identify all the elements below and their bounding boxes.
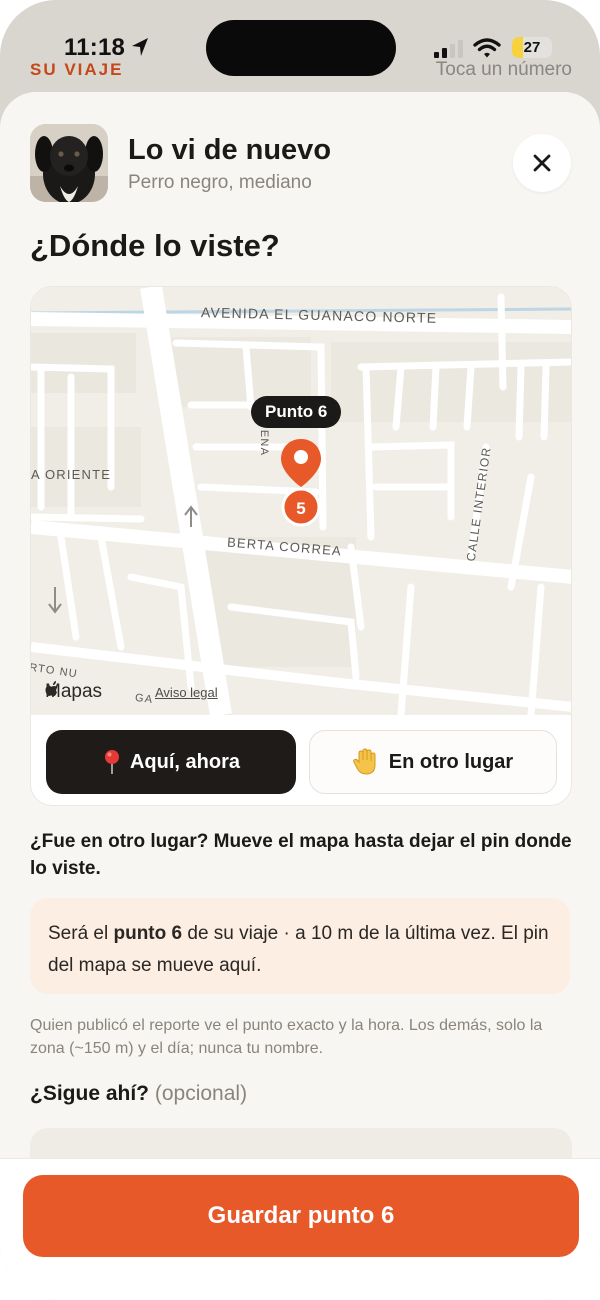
optional-tag: (opcional) (154, 1082, 248, 1105)
other-place-button[interactable]: En otro lugar (309, 730, 557, 794)
previous-point-number: 5 (296, 499, 305, 518)
location-question: ¿Dónde lo viste? (30, 228, 280, 263)
location-arrow-icon (132, 38, 148, 56)
report-sheet: Lo vi de nuevo Perro negro, mediano ¿Dón… (0, 92, 600, 1300)
phone-screen: 11:18 SU VIAJE Toca un número 27 Lo vi d… (0, 0, 600, 1300)
street-bottom-ga: GA (134, 691, 155, 707)
legal-link[interactable]: Aviso legal (155, 685, 218, 700)
maps-brand: Mapas (45, 681, 102, 703)
still-there-label: ¿Sigue ahí? (opcional) (30, 1082, 247, 1106)
footer-bar: Guardar punto 6 (0, 1158, 600, 1300)
street-ena: ENA (258, 429, 271, 457)
background-trip-label: SU VIAJE (30, 60, 124, 79)
point-info-box: Será el punto 6 de su viaje · a 10 m de … (30, 898, 570, 994)
dog-avatar (30, 124, 108, 202)
pin-label: Punto 6 (251, 396, 342, 428)
raised-hand-icon (352, 748, 376, 775)
status-time: 11:18 (64, 34, 126, 61)
street-oriente: A ORIENTE (31, 467, 112, 482)
sheet-subtitle: Perro negro, mediano (128, 172, 312, 193)
sheet-title: Lo vi de nuevo (128, 134, 332, 166)
other-place-label: En otro lugar (388, 750, 514, 773)
status-bar: 11:18 SU VIAJE Toca un número 27 (0, 0, 600, 92)
battery-percent: 27 (523, 39, 541, 56)
here-now-button[interactable]: Aquí, ahora (46, 730, 296, 794)
map-instruction: ¿Fue en otro lugar? Mueve el mapa hasta … (30, 831, 572, 879)
apple-logo-icon (45, 681, 58, 696)
privacy-note: Quien publicó el reporte ve el punto exa… (30, 1017, 543, 1057)
info-point: punto 6 (113, 923, 183, 944)
background-hint: Toca un número (435, 59, 572, 80)
wifi-icon (473, 38, 501, 58)
still-there-question: ¿Sigue ahí? (30, 1082, 150, 1105)
location-card: AVENIDA EL GUANACO NORTE A ORIENTE BERTA… (30, 286, 572, 806)
info-prefix: Será el (48, 923, 114, 944)
map-view[interactable]: AVENIDA EL GUANACO NORTE A ORIENTE BERTA… (31, 287, 571, 715)
save-point-button[interactable]: Guardar punto 6 (23, 1175, 579, 1257)
pushpin-icon (104, 750, 119, 774)
here-now-label: Aquí, ahora (129, 750, 240, 773)
previous-point-marker: 5 (281, 487, 321, 527)
signal-icon (434, 40, 463, 58)
battery-icon: 27 (512, 37, 552, 58)
dynamic-island (206, 20, 396, 76)
close-button[interactable] (513, 134, 571, 192)
close-icon (533, 154, 551, 172)
